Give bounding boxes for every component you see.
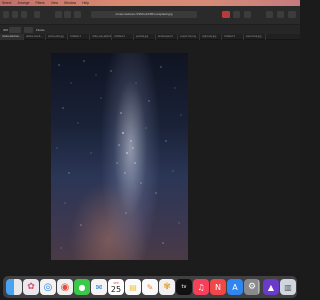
document-title: ronan-swinnen-VS6CoinFMN-unsplash.jpg xyxy=(91,11,197,18)
selection-button[interactable] xyxy=(55,11,62,18)
music-icon[interactable]: ♫ xyxy=(193,279,209,295)
calendar-day: 25 xyxy=(110,284,122,294)
record-macro-button[interactable] xyxy=(222,11,230,18)
trash-icon[interactable]: ▥ xyxy=(280,279,296,295)
dock-separator xyxy=(258,280,259,294)
affinity-photo-icon[interactable]: ▲ xyxy=(263,279,279,295)
canvas-area[interactable] xyxy=(0,40,300,272)
export-button[interactable] xyxy=(288,11,296,18)
fitsize-label[interactable]: Fitsize xyxy=(36,27,45,33)
milky-way-photo[interactable] xyxy=(51,53,188,260)
zoom-field[interactable] xyxy=(24,27,33,33)
persona-liquify-button[interactable] xyxy=(12,11,18,18)
safari-icon[interactable]: ◎ xyxy=(40,279,56,295)
news-icon[interactable]: N xyxy=(210,279,226,295)
mail-icon[interactable]: ✉ xyxy=(91,279,107,295)
persona-photo-button[interactable] xyxy=(3,11,9,18)
appletv-label: tv xyxy=(181,284,187,290)
messages-icon[interactable]: ● xyxy=(74,279,90,295)
appstore-icon[interactable]: A xyxy=(227,279,243,295)
photos-icon[interactable]: ✾ xyxy=(159,279,175,295)
toolbar: ronan-swinnen-VS6CoinFMN-unsplash.jpg xyxy=(0,6,300,24)
view-tool-button[interactable] xyxy=(34,11,40,18)
screen: Select Arrange Filters View Window Help … xyxy=(0,0,300,300)
freeform-icon[interactable]: ✎ xyxy=(142,279,158,295)
share-button[interactable] xyxy=(277,11,284,18)
assistant-button[interactable] xyxy=(233,11,240,18)
dpi-field[interactable] xyxy=(9,27,21,33)
mask-button[interactable] xyxy=(64,11,71,18)
dock: ✿ ◎ ◉ ● ✉ SEP 25 ▤ ✎ ✾ tv ♫ N A ⚙ ▲ ▥ xyxy=(3,276,297,298)
context-toolbar: 300 Fitsize xyxy=(0,24,300,34)
chrome-icon[interactable]: ◉ xyxy=(57,279,73,295)
dpi-label: 300 xyxy=(3,28,9,32)
notes-icon[interactable]: ▤ xyxy=(125,279,141,295)
appletv-icon[interactable]: tv xyxy=(176,279,192,295)
persona-develop-button[interactable] xyxy=(21,11,27,18)
finder-icon[interactable] xyxy=(6,279,22,295)
arrange-button[interactable] xyxy=(244,11,251,18)
calendar-icon[interactable]: SEP 25 xyxy=(108,279,124,295)
launchpad-icon[interactable]: ✿ xyxy=(23,279,39,295)
starfield xyxy=(56,60,182,249)
studio-button[interactable] xyxy=(266,11,273,18)
snapping-button[interactable] xyxy=(74,11,81,18)
